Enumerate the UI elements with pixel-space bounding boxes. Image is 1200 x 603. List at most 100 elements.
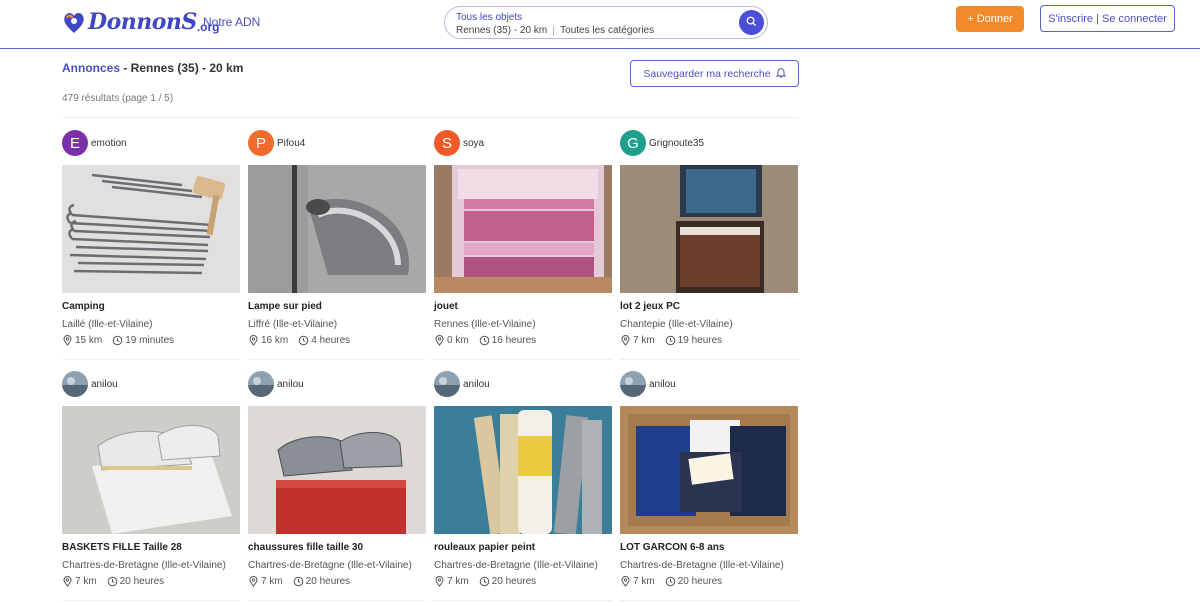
breadcrumb-location: - Rennes (35) - 20 km	[120, 61, 244, 75]
bell-icon	[775, 67, 786, 81]
listing-meta: 7 km 20 heures	[620, 576, 722, 587]
listing-title[interactable]: rouleaux papier peint	[434, 542, 535, 553]
listing-meta: 7 km 20 heures	[248, 576, 350, 587]
listing-card[interactable]: G Grignoute35 lot 2 jeux PC Chantepie (I…	[620, 130, 799, 360]
listing-title[interactable]: Lampe sur pied	[248, 301, 322, 312]
listing-card[interactable]: anilou LOT GARCON 6-8 ans Chartres-de-Br…	[620, 371, 799, 601]
signup-login-button[interactable]: S'inscrire | Se connecter	[1040, 5, 1175, 32]
listing-photo[interactable]	[62, 165, 240, 293]
avatar: P	[248, 130, 274, 156]
listing-title[interactable]: LOT GARCON 6-8 ans	[620, 542, 724, 553]
listing-age: 20 heures	[119, 576, 165, 587]
listing-location: Liffré (Ille-et-Vilaine)	[248, 319, 338, 330]
avatar: S	[434, 130, 460, 156]
listing-photo[interactable]	[248, 406, 426, 534]
map-pin-icon	[62, 335, 73, 346]
save-search-button[interactable]: Sauvegarder ma recherche	[630, 60, 799, 87]
username: anilou	[91, 378, 118, 390]
listing-title[interactable]: BASKETS FILLE Taille 28	[62, 542, 182, 553]
listing-user[interactable]: anilou	[62, 371, 241, 397]
listing-photo[interactable]	[434, 406, 612, 534]
search-filters: Rennes (35) - 20 km Toutes les catégorie…	[456, 25, 654, 36]
map-pin-icon	[434, 335, 445, 346]
listing-title[interactable]: jouet	[434, 301, 458, 312]
site-logo[interactable]: DonnonS .org	[61, 7, 219, 37]
listing-user[interactable]: G Grignoute35	[620, 130, 799, 156]
clock-icon	[479, 576, 490, 587]
card-divider	[620, 359, 798, 360]
listing-photo[interactable]	[620, 406, 798, 534]
breadcrumb-annonces-link[interactable]: Annonces	[62, 61, 120, 75]
search-category: Toutes les catégories	[560, 25, 655, 36]
listing-title[interactable]: Camping	[62, 301, 105, 312]
listing-card[interactable]: S soya jouet Rennes (Ille-et-Vilaine) 0 …	[434, 130, 613, 360]
listing-age: 19 minutes	[125, 335, 175, 346]
listing-title[interactable]: chaussures fille taille 30	[248, 542, 363, 553]
logo-text: DonnonS	[88, 9, 197, 35]
listing-age: 20 heures	[677, 576, 723, 587]
listing-location: Chartres-de-Bretagne (Ille-et-Vilaine)	[248, 560, 412, 571]
username: anilou	[277, 378, 304, 390]
map-pin-icon	[434, 576, 445, 587]
nav-notre-adn[interactable]: Notre ADN	[203, 15, 260, 29]
search-object-type: Tous les objets	[456, 12, 523, 23]
avatar-photo	[434, 371, 460, 397]
listing-meta: 7 km 20 heures	[434, 576, 536, 587]
listing-photo[interactable]	[62, 406, 240, 534]
listing-card[interactable]: P Pifou4 Lampe sur pied Liffré (Ille-et-…	[248, 130, 427, 360]
listing-card[interactable]: anilou chaussures fille taille 30 Chartr…	[248, 371, 427, 601]
listing-user[interactable]: S soya	[434, 130, 613, 156]
listing-location: Laillé (Ille-et-Vilaine)	[62, 319, 153, 330]
breadcrumb: Annonces - Rennes (35) - 20 km	[62, 61, 243, 75]
listing-user[interactable]: P Pifou4	[248, 130, 427, 156]
listing-distance: 7 km	[261, 576, 283, 587]
listing-user[interactable]: anilou	[434, 371, 613, 397]
search-location: Rennes (35) - 20 km	[456, 25, 548, 36]
listing-user[interactable]: anilou	[620, 371, 799, 397]
results-count: 479 résultats (page 1 / 5)	[62, 93, 174, 104]
listing-photo[interactable]	[248, 165, 426, 293]
map-pin-icon	[620, 335, 631, 346]
listing-location: Rennes (Ille-et-Vilaine)	[434, 319, 536, 330]
listing-user[interactable]: E emotion	[62, 130, 241, 156]
listing-distance: 7 km	[633, 576, 655, 587]
listing-card[interactable]: anilou BASKETS FILLE Taille 28 Chartres-…	[62, 371, 241, 601]
card-divider	[62, 359, 240, 360]
heart-pin-icon	[61, 9, 87, 35]
card-divider	[62, 600, 240, 601]
search-separator	[553, 25, 555, 36]
listing-meta: 0 km 16 heures	[434, 335, 536, 346]
listing-location: Chantepie (Ille-et-Vilaine)	[620, 319, 733, 330]
listing-distance: 7 km	[633, 335, 655, 346]
listing-card[interactable]: anilou rouleaux papier peint Chartres-de…	[434, 371, 613, 601]
card-divider	[620, 600, 798, 601]
map-pin-icon	[620, 576, 631, 587]
search-button[interactable]	[739, 10, 764, 35]
username: Pifou4	[277, 137, 306, 149]
listing-card[interactable]: E emotion Camping Laillé (Ille-et-Vilain…	[62, 130, 241, 360]
search-icon	[746, 14, 757, 32]
listing-meta: 16 km 4 heures	[248, 335, 350, 346]
username: anilou	[649, 378, 676, 390]
username: anilou	[463, 378, 490, 390]
card-divider	[434, 600, 612, 601]
search-bar[interactable]: Tous les objets Rennes (35) - 20 km Tout…	[444, 6, 768, 39]
clock-icon	[665, 576, 676, 587]
clock-icon	[665, 335, 676, 346]
listing-meta: 7 km 20 heures	[62, 576, 164, 587]
clock-icon	[298, 335, 309, 346]
results-divider	[62, 117, 798, 118]
listing-title[interactable]: lot 2 jeux PC	[620, 301, 680, 312]
listing-distance: 16 km	[261, 335, 289, 346]
listing-photo[interactable]	[434, 165, 612, 293]
donate-button[interactable]: + Donner	[956, 6, 1024, 32]
listing-distance: 7 km	[75, 576, 97, 587]
avatar: G	[620, 130, 646, 156]
avatar-photo	[620, 371, 646, 397]
listing-location: Chartres-de-Bretagne (Ille-et-Vilaine)	[62, 560, 226, 571]
listing-meta: 15 km 19 minutes	[62, 335, 174, 346]
map-pin-icon	[248, 576, 259, 587]
listing-age: 20 heures	[305, 576, 351, 587]
listing-photo[interactable]	[620, 165, 798, 293]
listing-user[interactable]: anilou	[248, 371, 427, 397]
